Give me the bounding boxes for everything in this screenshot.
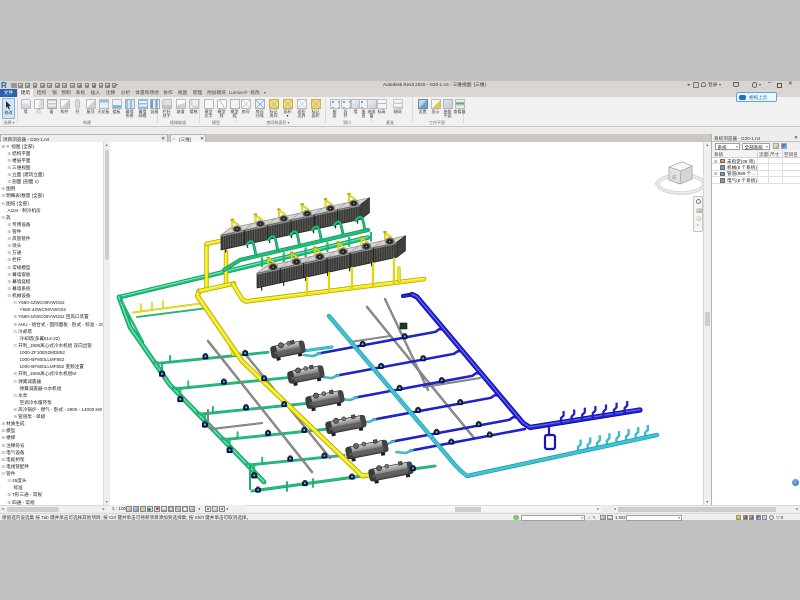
svg-text:前: 前 xyxy=(672,174,677,181)
